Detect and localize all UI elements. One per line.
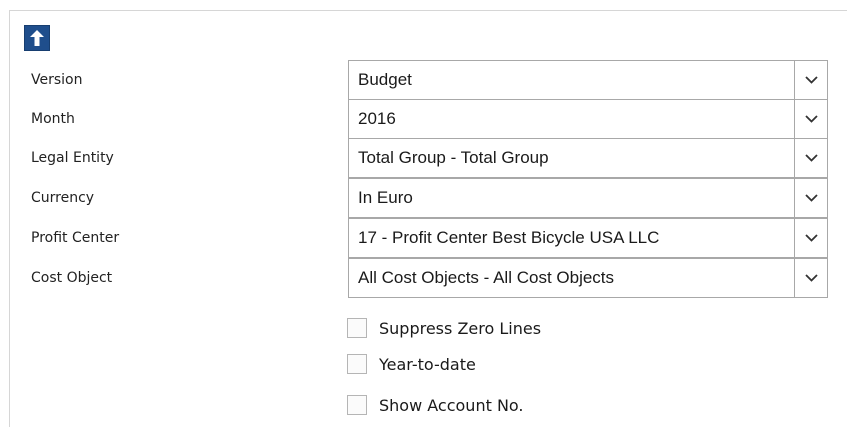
show-account-no-option[interactable]: Show Account No. bbox=[347, 393, 524, 417]
show-account-no-checkbox[interactable] bbox=[347, 395, 367, 415]
chevron-down-icon bbox=[804, 115, 818, 123]
legal-entity-value: Total Group - Total Group bbox=[358, 148, 549, 167]
profit-center-select[interactable]: 17 - Profit Center Best Bicycle USA LLC bbox=[348, 218, 828, 258]
dropdown-button[interactable] bbox=[794, 219, 827, 257]
profit-center-value: 17 - Profit Center Best Bicycle USA LLC bbox=[358, 228, 660, 247]
chevron-down-icon bbox=[804, 154, 818, 162]
currency-select[interactable]: In Euro bbox=[348, 178, 828, 218]
suppress-zero-lines-label: Suppress Zero Lines bbox=[379, 318, 542, 338]
dropdown-button[interactable] bbox=[794, 139, 827, 177]
arrow-up-icon bbox=[30, 30, 44, 46]
legal-entity-select[interactable]: Total Group - Total Group bbox=[348, 138, 828, 178]
cost-object-select[interactable]: All Cost Objects - All Cost Objects bbox=[348, 258, 828, 298]
version-label: Version bbox=[31, 72, 83, 88]
currency-label: Currency bbox=[31, 190, 95, 206]
chevron-down-icon bbox=[804, 234, 818, 242]
legal-entity-label: Legal Entity bbox=[31, 150, 114, 166]
currency-value: In Euro bbox=[358, 188, 413, 207]
month-select[interactable]: 2016 bbox=[348, 99, 828, 139]
dropdown-button[interactable] bbox=[794, 61, 827, 99]
year-to-date-label: Year-to-date bbox=[379, 354, 476, 374]
dropdown-button[interactable] bbox=[794, 100, 827, 138]
year-to-date-option[interactable]: Year-to-date bbox=[347, 352, 476, 376]
show-account-no-label: Show Account No. bbox=[379, 395, 524, 415]
year-to-date-checkbox[interactable] bbox=[347, 354, 367, 374]
profit-center-label: Profit Center bbox=[31, 230, 120, 246]
navigate-up-button[interactable] bbox=[24, 25, 50, 51]
cost-object-value: All Cost Objects - All Cost Objects bbox=[358, 268, 615, 287]
version-value: Budget bbox=[358, 70, 412, 89]
chevron-down-icon bbox=[804, 194, 818, 202]
version-select[interactable]: Budget bbox=[348, 60, 828, 100]
month-value: 2016 bbox=[358, 109, 396, 128]
dropdown-button[interactable] bbox=[794, 259, 827, 297]
chevron-down-icon bbox=[804, 76, 818, 84]
dropdown-button[interactable] bbox=[794, 179, 827, 217]
suppress-zero-lines-option[interactable]: Suppress Zero Lines bbox=[347, 316, 541, 340]
cost-object-label: Cost Object bbox=[31, 270, 113, 286]
chevron-down-icon bbox=[804, 274, 818, 282]
month-label: Month bbox=[31, 111, 75, 127]
suppress-zero-lines-checkbox[interactable] bbox=[347, 318, 367, 338]
